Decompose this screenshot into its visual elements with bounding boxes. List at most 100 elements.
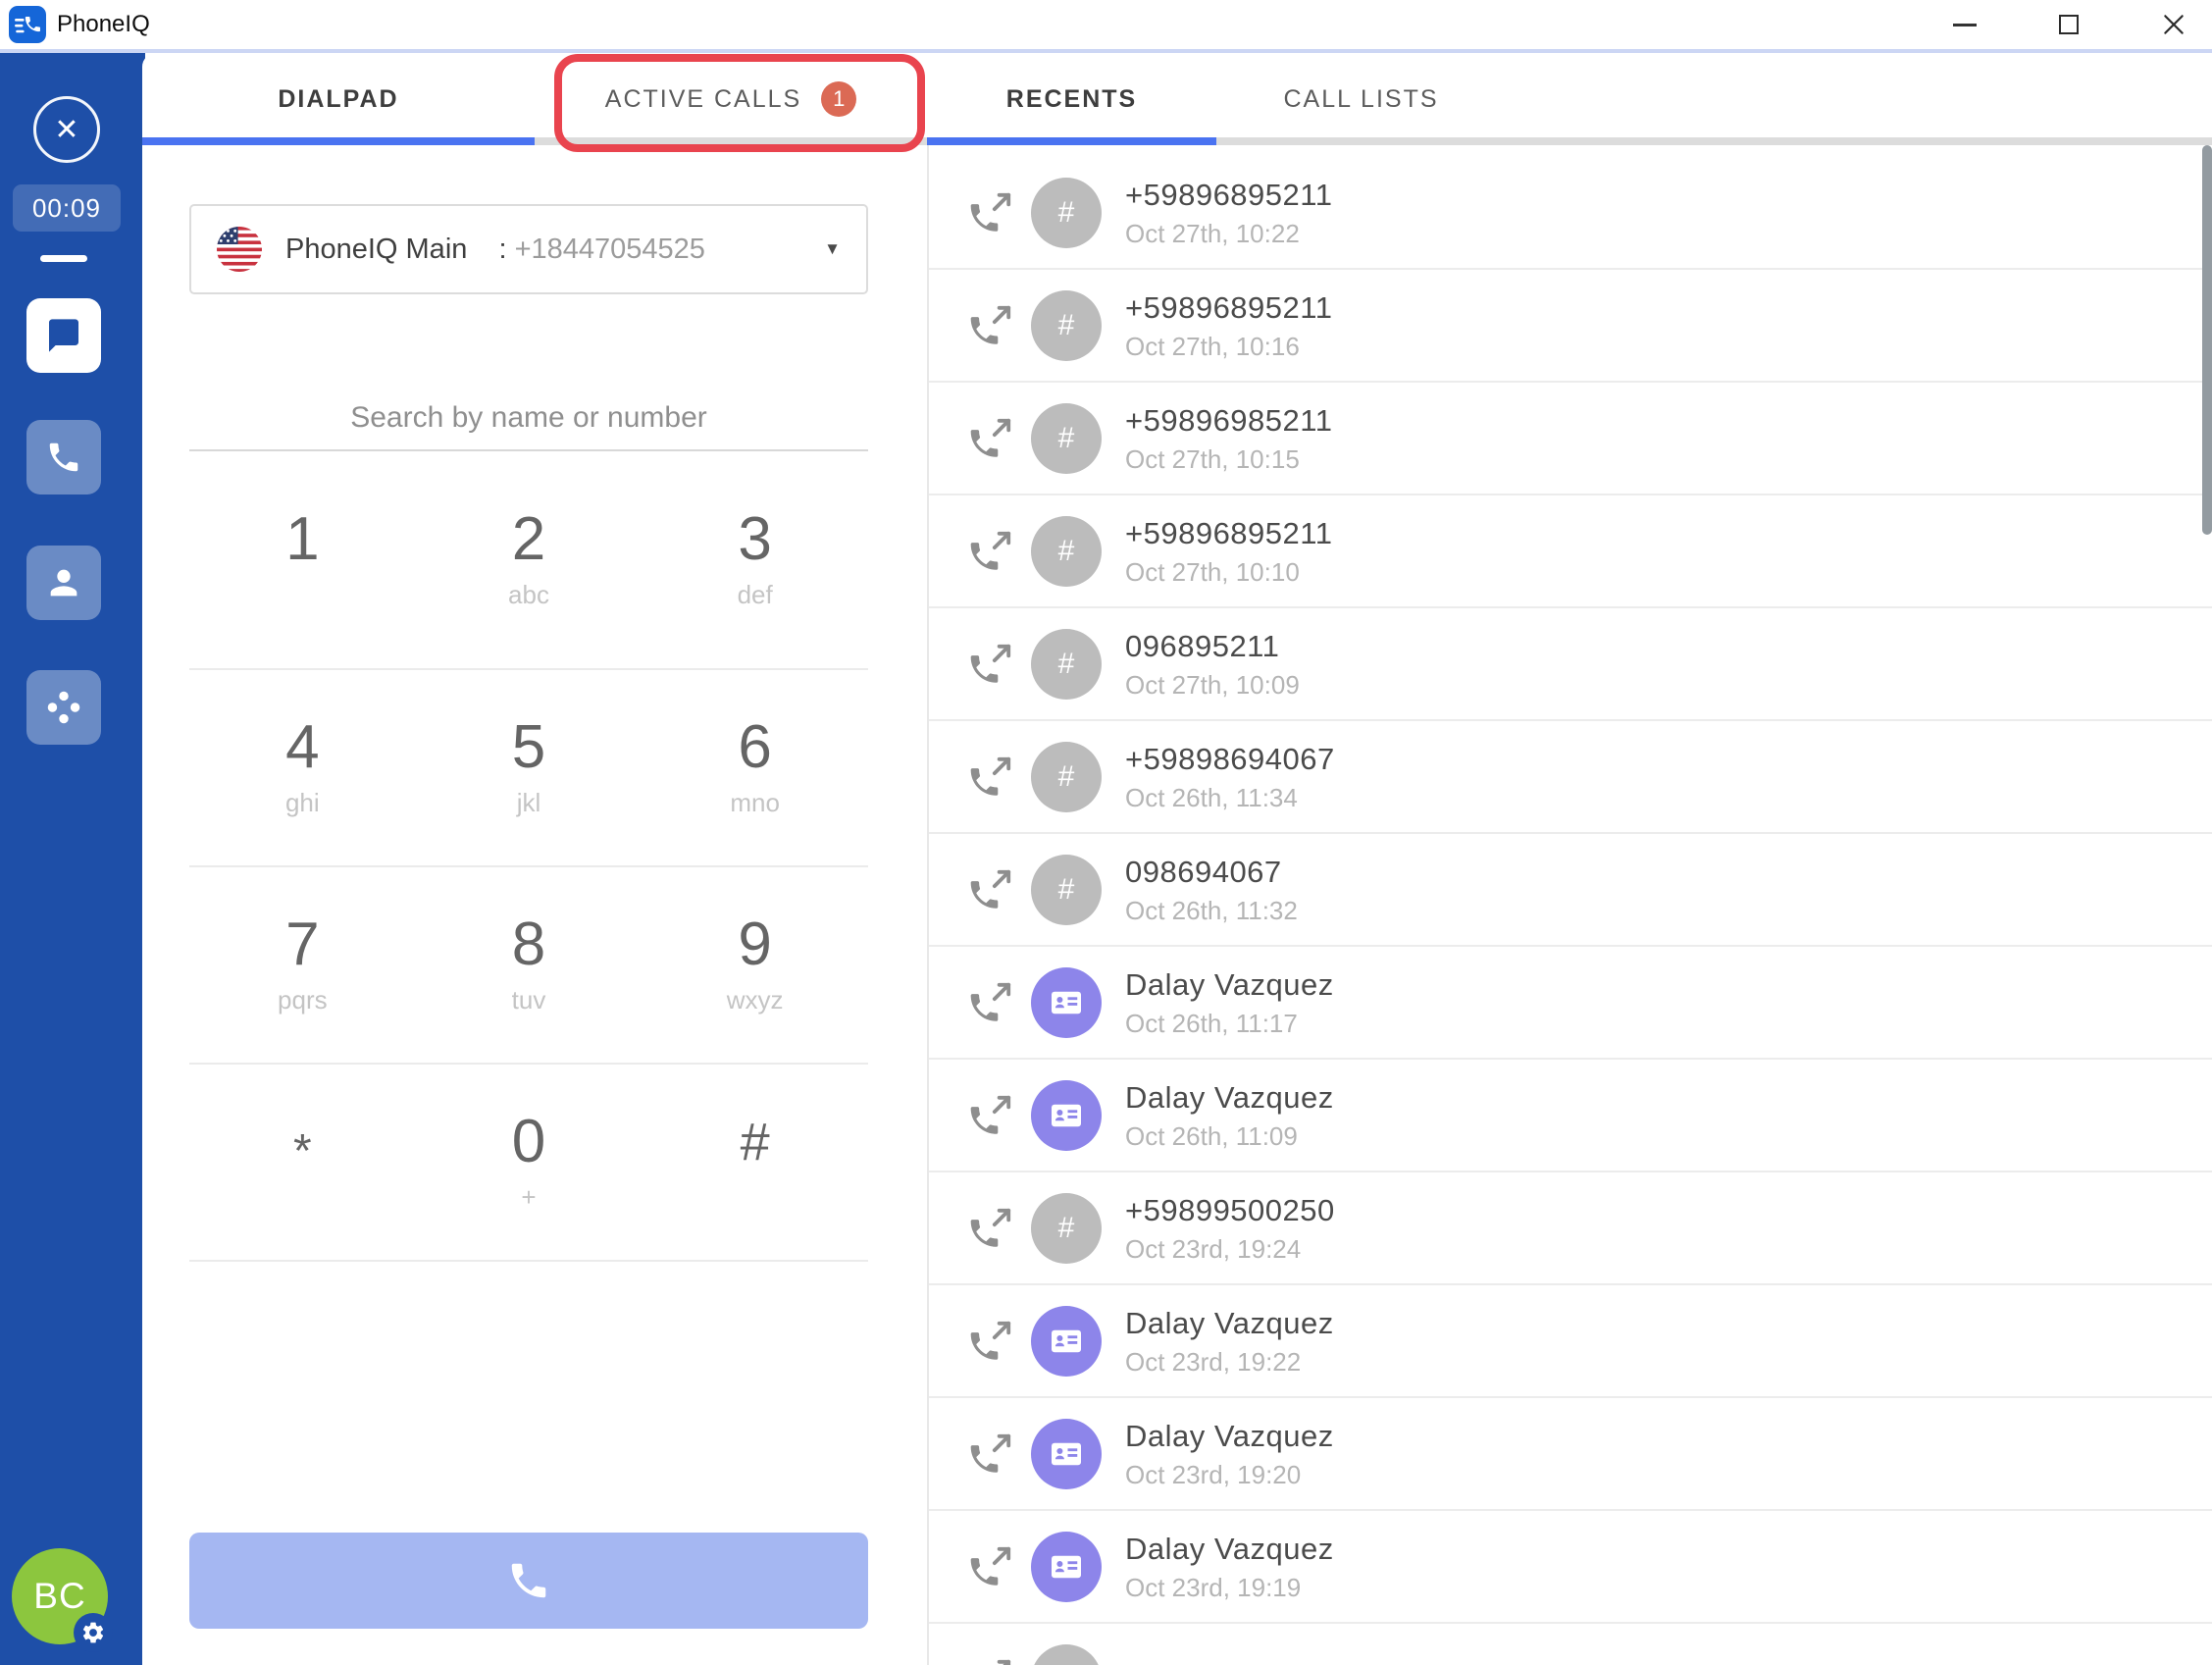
recent-call-row[interactable]: # +59896895211 Oct 27th, 10:10 [929, 495, 2212, 608]
recent-call-name: Dalay Vazquez [1125, 1418, 1334, 1453]
dialpad-key[interactable]: 4 ghi [189, 670, 416, 867]
avatar: # [1031, 1192, 1102, 1264]
scrollbar-thumb[interactable] [2202, 145, 2212, 535]
recent-call-date: Oct 26th, 11:32 [1125, 895, 1298, 925]
contact-card-icon [1052, 1555, 1081, 1578]
recent-call-text: +59898694067 Oct 26th, 11:34 [1125, 744, 1335, 810]
sidebar-item-chat[interactable] [26, 298, 101, 373]
dialpad-key[interactable]: 8 tuv [415, 867, 643, 1065]
recent-call-name: 096895211 [1125, 628, 1280, 663]
outgoing-call-icon [970, 305, 1011, 344]
tab-bar: DIALPAD ACTIVE CALLS 1 RECENTS CALL LIST… [142, 53, 2212, 145]
avatar: # [1031, 1079, 1102, 1151]
maximize-button[interactable] [2059, 15, 2079, 34]
recent-call-row[interactable]: # Dalay Vazquez Oct 23rd, 19:20 [929, 1398, 2212, 1511]
recent-call-text: +59899500250 Oct 23rd, 19:24 [1125, 1195, 1335, 1262]
avatar: # [1031, 289, 1102, 361]
recent-call-date: Oct 26th, 11:17 [1125, 1008, 1298, 1038]
recent-call-name: Dalay Vazquez [1125, 1305, 1334, 1340]
tab-active-calls[interactable]: ACTIVE CALLS 1 [535, 53, 927, 145]
key-letters: tuv [511, 984, 546, 1015]
outgoing-call-icon [970, 1321, 1011, 1360]
avatar: # [1031, 628, 1102, 700]
sidebar-item-contacts[interactable] [26, 546, 101, 620]
key-digit: 3 [738, 504, 772, 573]
recent-call-row[interactable]: # Dalay Vazquez Oct 23rd, 19:22 [929, 1285, 2212, 1398]
call-icon [511, 1563, 546, 1598]
tab-call-lists[interactable]: CALL LISTS [1216, 53, 1506, 145]
avatar: # [1031, 402, 1102, 474]
dialpad-key[interactable]: 6 mno [642, 670, 868, 867]
key-digit: 9 [738, 910, 772, 978]
recent-call-row[interactable]: # Dalay Vazquez Oct 26th, 11:17 [929, 947, 2212, 1060]
dialpad-key[interactable]: 3 def [642, 451, 868, 670]
key-digit: 4 [285, 712, 320, 781]
recent-call-date: Oct 23rd, 19:20 [1125, 1459, 1302, 1489]
recent-call-text: Dalay Vazquez Oct 23rd, 19:20 [1125, 1421, 1334, 1487]
recent-call-text: Dalay Vazquez Oct 26th, 11:17 [1125, 969, 1334, 1036]
recent-call-row[interactable]: # +59899500250 [929, 1624, 2212, 1665]
recent-call-date: Oct 26th, 11:34 [1125, 782, 1298, 812]
dialpad-key[interactable]: 9 wxyz [642, 867, 868, 1065]
settings-button[interactable] [74, 1613, 113, 1652]
sidebar-item-apps[interactable] [26, 670, 101, 745]
key-digit: 1 [285, 504, 320, 573]
sidebar: ✕ 00:09 BC [0, 53, 145, 1665]
main-content: DIALPAD ACTIVE CALLS 1 RECENTS CALL LIST… [142, 53, 2212, 1665]
gear-icon [82, 1622, 104, 1643]
recent-call-name: Dalay Vazquez [1125, 1079, 1334, 1115]
recent-call-text: Dalay Vazquez Oct 23rd, 19:19 [1125, 1534, 1334, 1600]
dialpad-key[interactable]: # [642, 1065, 868, 1262]
contacts-icon [50, 569, 77, 597]
search-input[interactable] [189, 387, 868, 451]
hash-icon: # [1057, 647, 1075, 680]
phoneiq-logo-icon [9, 6, 46, 43]
recent-call-row[interactable]: # +59896895211 Oct 27th, 10:22 [929, 157, 2212, 270]
recent-call-row[interactable]: # +59898694067 Oct 26th, 11:34 [929, 721, 2212, 834]
tab-recents[interactable]: RECENTS [927, 53, 1216, 145]
contact-card-icon [1052, 1104, 1081, 1126]
end-call-button[interactable]: ✕ [33, 96, 100, 163]
recent-call-text: Dalay Vazquez Oct 26th, 11:09 [1125, 1082, 1334, 1149]
close-window-button[interactable] [2161, 12, 2186, 37]
call-button[interactable] [189, 1533, 868, 1629]
dialpad-key[interactable]: 0 + [415, 1065, 643, 1262]
chat-icon [49, 319, 78, 352]
key-digit: 7 [285, 910, 320, 978]
tab-dialpad[interactable]: DIALPAD [142, 53, 535, 145]
avatar: # [1031, 1305, 1102, 1377]
recent-call-date: Oct 23rd, 19:19 [1125, 1572, 1302, 1602]
recent-call-date: Oct 27th, 10:22 [1125, 218, 1300, 248]
avatar: # [1031, 177, 1102, 248]
recent-call-row[interactable]: # 098694067 Oct 26th, 11:32 [929, 834, 2212, 947]
dialpad-key[interactable]: 7 pqrs [189, 867, 416, 1065]
key-digit: * [292, 1124, 312, 1177]
line-selector-dropdown[interactable]: PhoneIQ Main : +18447054525 ▼ [189, 204, 868, 294]
titlebar: PhoneIQ [0, 0, 2212, 53]
contact-card-icon [1052, 991, 1081, 1014]
recent-call-text: +59896895211 Oct 27th, 10:22 [1125, 180, 1332, 246]
recent-call-date: Oct 27th, 10:09 [1125, 669, 1300, 700]
recent-call-name: +59899500250 [1125, 1192, 1335, 1227]
key-letters: wxyz [726, 984, 784, 1015]
avatar: # [1031, 1643, 1102, 1665]
recent-call-row[interactable]: # 096895211 Oct 27th, 10:09 [929, 608, 2212, 721]
minimize-button[interactable] [1953, 23, 1977, 26]
recent-call-row[interactable]: # +59899500250 Oct 23rd, 19:24 [929, 1172, 2212, 1285]
dialpad-key[interactable]: 5 jkl [415, 670, 643, 867]
outgoing-call-icon [970, 1095, 1011, 1134]
dialpad-key[interactable]: 2 abc [415, 451, 643, 670]
recent-call-row[interactable]: # +59896985211 Oct 27th, 10:15 [929, 383, 2212, 495]
recent-call-row[interactable]: # Dalay Vazquez Oct 23rd, 19:19 [929, 1511, 2212, 1624]
key-letters: def [737, 579, 773, 609]
recent-call-row[interactable]: # Dalay Vazquez Oct 26th, 11:09 [929, 1060, 2212, 1172]
recent-call-name: +59898694067 [1125, 741, 1335, 776]
avatar: # [1031, 741, 1102, 812]
dialpad-key[interactable]: 1 [189, 451, 416, 670]
call-timer-badge[interactable]: 00:09 [13, 184, 121, 232]
key-digit: 8 [511, 910, 546, 978]
recent-call-name: +59896895211 [1125, 515, 1333, 550]
dialpad-key[interactable]: * [189, 1065, 416, 1262]
recent-call-row[interactable]: # +59896895211 Oct 27th, 10:16 [929, 270, 2212, 383]
sidebar-item-calls[interactable] [26, 420, 101, 494]
